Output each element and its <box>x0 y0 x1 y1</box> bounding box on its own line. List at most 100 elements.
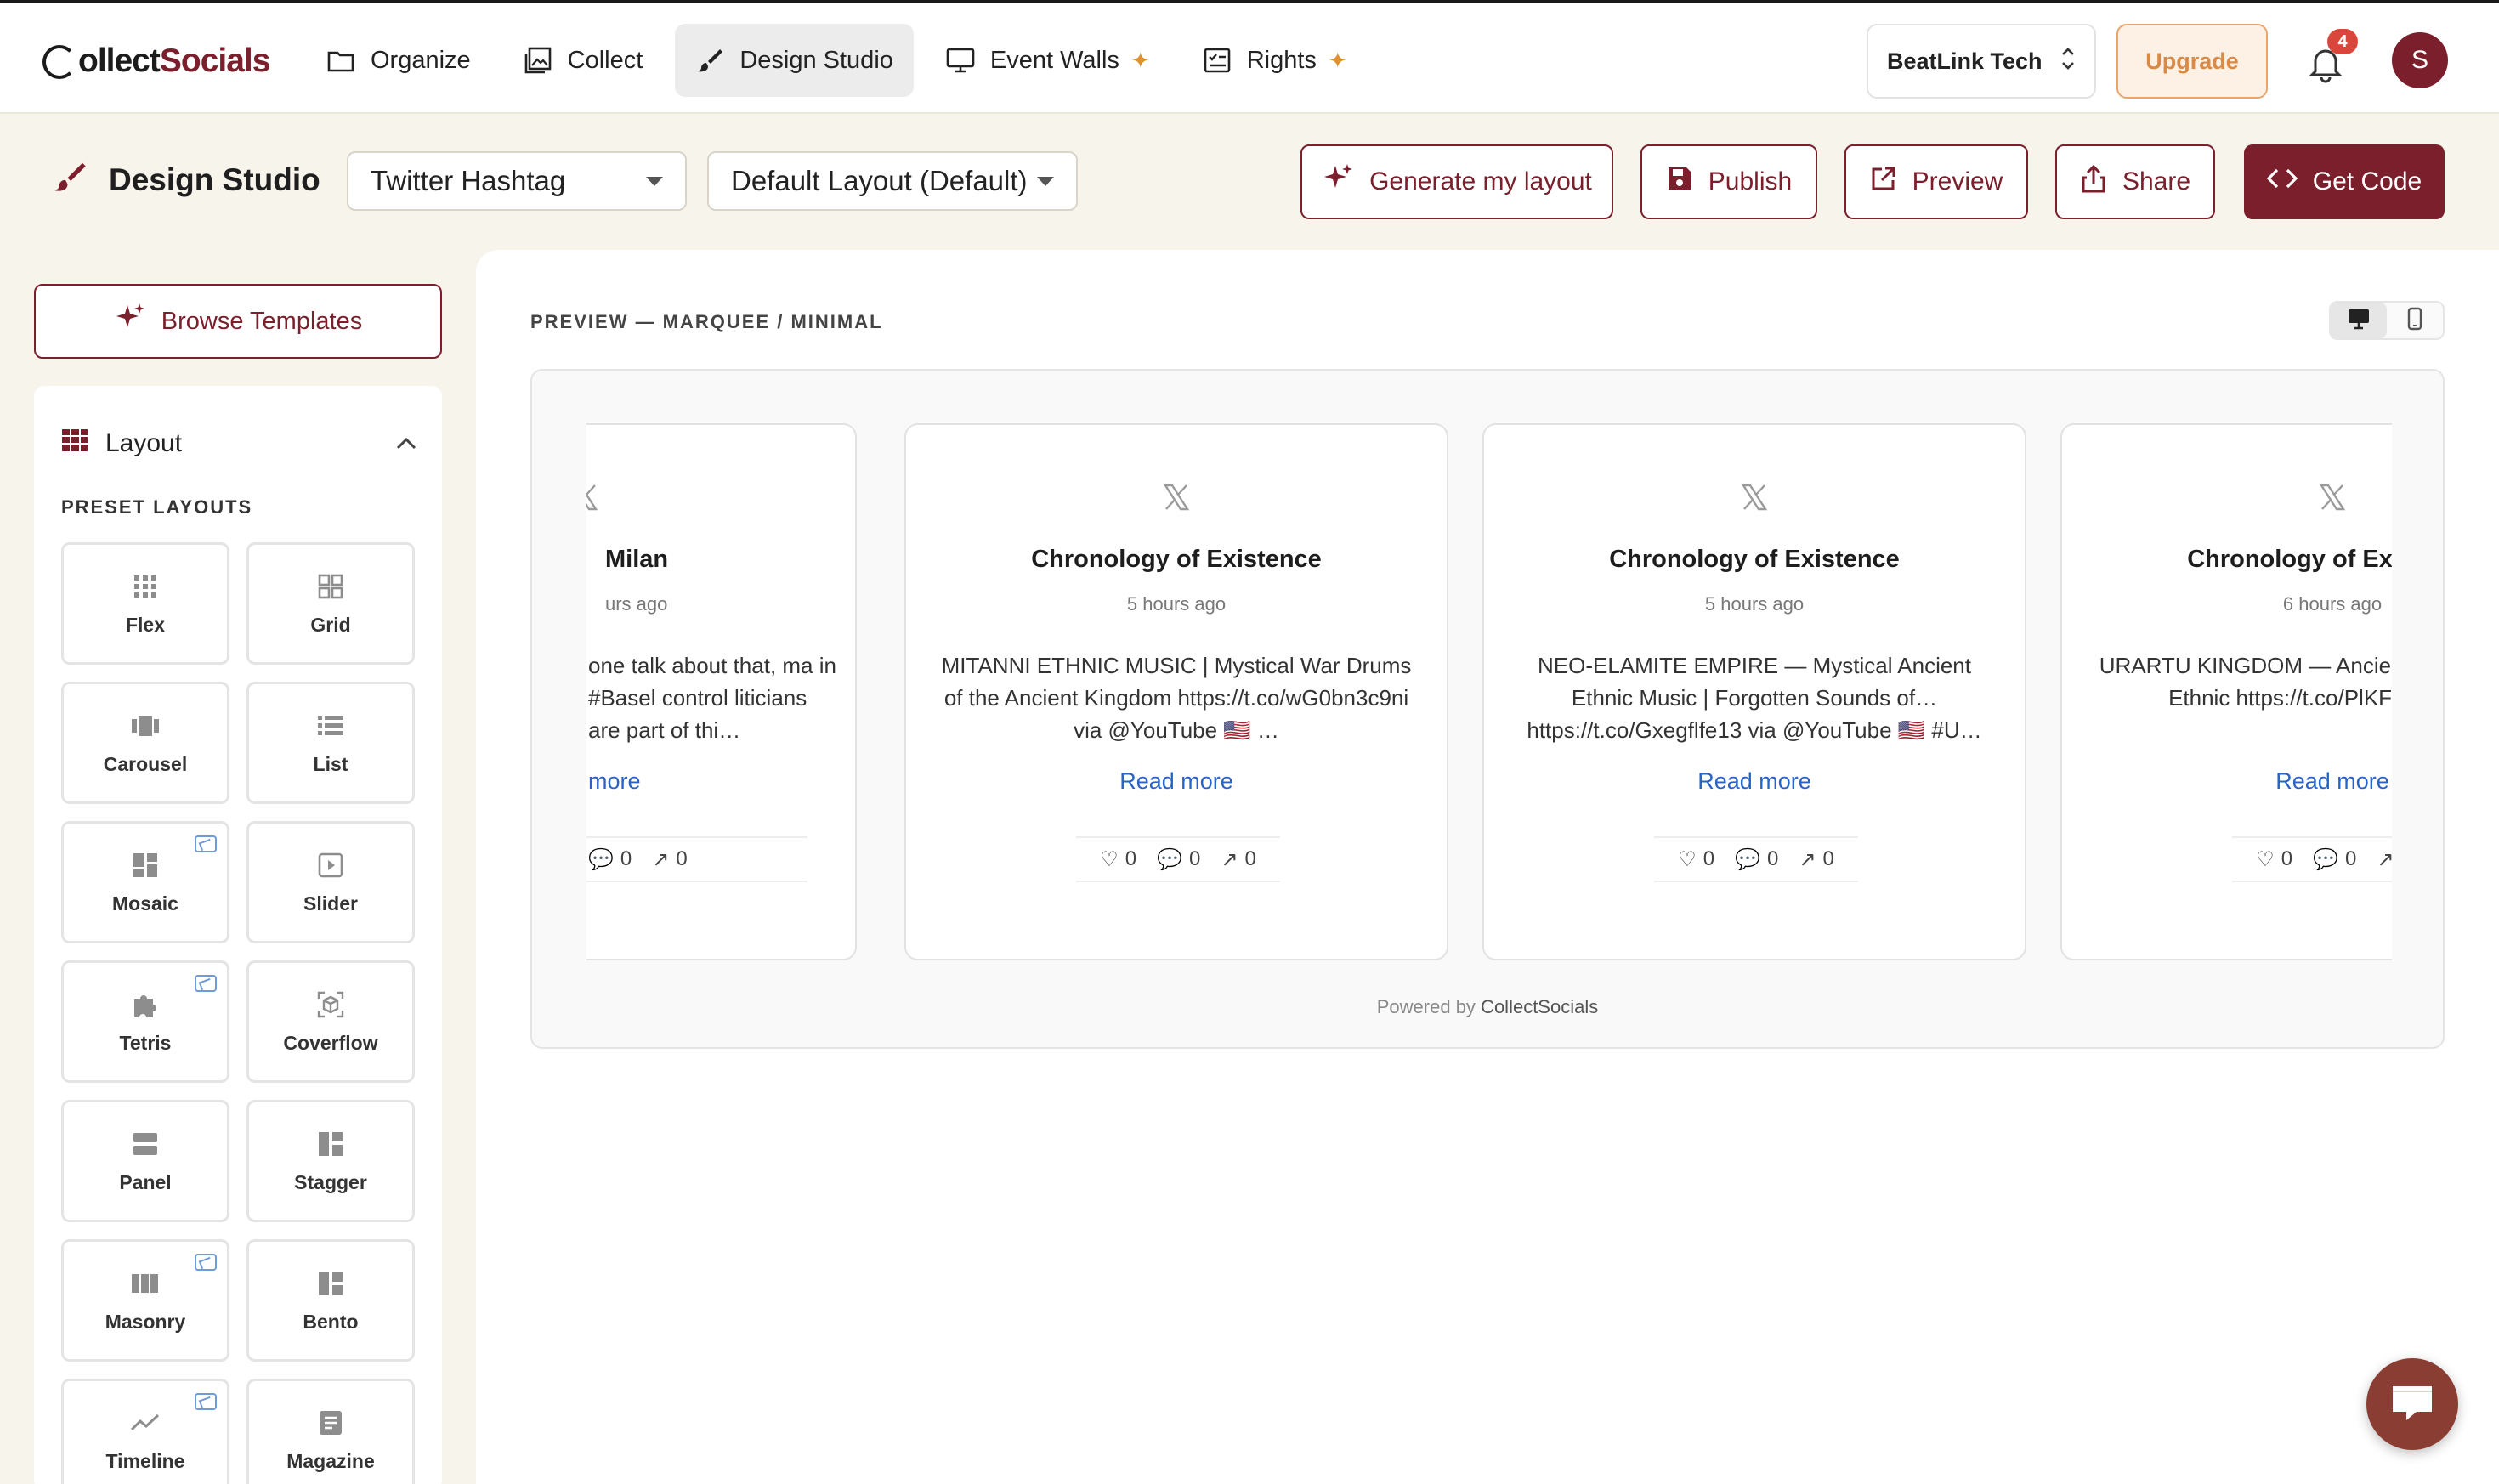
likes-count: 0 <box>2281 847 2293 870</box>
magazine-icon <box>315 1408 346 1438</box>
post-time: 5 hours ago <box>1704 593 1805 615</box>
post-card[interactable]: Milan urs ago one talk about that, ma in… <box>586 423 857 960</box>
read-more-link[interactable]: Read more <box>2079 768 2392 795</box>
preset-timeline[interactable]: Timeline <box>61 1379 230 1484</box>
publish-label: Publish <box>1708 167 1793 195</box>
layout-panel: Layout PRESET LAYOUTS Flex Grid Carousel… <box>34 386 442 1484</box>
read-more-link[interactable]: Read more <box>1501 768 2008 795</box>
shares-count: 0 <box>1244 847 1256 870</box>
nav-item-rights[interactable]: Rights ✦ <box>1182 24 1368 97</box>
get-code-button[interactable]: Get Code <box>2244 144 2445 219</box>
desktop-view-button[interactable] <box>2331 303 2387 338</box>
shares-stat: ↗0 <box>2377 847 2392 872</box>
flex-grid-icon <box>130 571 161 602</box>
preset-coverflow[interactable]: Coverflow <box>246 960 415 1083</box>
preset-grid[interactable]: Grid <box>246 542 415 665</box>
comments-count: 0 <box>2344 847 2357 870</box>
source-select[interactable]: Twitter Hashtag <box>347 151 687 211</box>
masonry-icon <box>130 1268 161 1299</box>
publish-button[interactable]: Publish <box>1640 144 1817 219</box>
nav-label: Event Walls <box>989 46 1119 74</box>
powered-by-prefix: Powered by <box>1376 996 1476 1017</box>
generate-layout-button[interactable]: Generate my layout <box>1300 144 1613 219</box>
preset-label: Slider <box>303 892 358 915</box>
preset-panel[interactable]: Panel <box>61 1100 230 1222</box>
post-time-text: urs ago <box>605 593 668 615</box>
share-button[interactable]: Share <box>2055 144 2215 219</box>
post-stats: ♡0 💬0 ↗0 <box>1654 836 1858 882</box>
preset-masonry[interactable]: Masonry <box>61 1239 230 1362</box>
chevron-up-down-icon <box>2060 45 2076 78</box>
chat-support-button[interactable] <box>2366 1358 2458 1450</box>
nav-label: Organize <box>371 46 471 74</box>
post-stats: 💬 0 ↗ 0 <box>586 836 808 882</box>
brand-logo[interactable]: ollect Socials <box>42 37 271 85</box>
chevron-up-icon[interactable] <box>394 430 418 459</box>
post-card[interactable]: Chronology of Existence 5 hours ago NEO-… <box>1482 423 2026 960</box>
read-more-link[interactable]: Read more <box>923 768 1430 795</box>
preset-carousel[interactable]: Carousel <box>61 682 230 804</box>
mobile-view-button[interactable] <box>2387 303 2443 338</box>
shares-count: 0 <box>1822 847 1834 870</box>
nav-item-collect[interactable]: Collect <box>503 24 664 97</box>
likes-stat: ♡ 0 <box>1100 847 1136 872</box>
brush-icon <box>53 160 87 201</box>
pro-image-icon <box>195 1393 217 1410</box>
preset-flex[interactable]: Flex <box>61 542 230 665</box>
preset-stagger[interactable]: Stagger <box>246 1100 415 1222</box>
device-toggle <box>2329 301 2445 340</box>
preset-magazine[interactable]: Magazine <box>246 1379 415 1484</box>
nav-label: Rights <box>1246 46 1317 74</box>
post-card[interactable]: Chronology of Existence 5 hours ago MITA… <box>904 423 1448 960</box>
desktop-icon <box>2347 308 2371 334</box>
post-author: Chronology of Existence <box>2187 546 2392 573</box>
share-arrow-icon: ↗ <box>1799 847 1816 871</box>
preview-label: PREVIEW — MARQUEE / MINIMAL <box>530 311 883 332</box>
preset-mosaic[interactable]: Mosaic <box>61 821 230 943</box>
preview-button[interactable]: Preview <box>1844 144 2028 219</box>
post-body: MITANNI ETHNIC MUSIC | Mystical War Drum… <box>941 653 1412 743</box>
post-author-text: Milan <box>605 546 669 573</box>
post-card[interactable]: Chronology of Existence 6 hours ago URAR… <box>2060 423 2392 960</box>
layout-section-title: Layout <box>105 429 183 457</box>
nav-item-event-walls[interactable]: Event Walls ✦ <box>926 24 1170 97</box>
powered-by-brand[interactable]: CollectSocials <box>1481 996 1598 1017</box>
pro-image-icon <box>195 835 217 852</box>
external-link-icon <box>1870 165 1897 199</box>
x-logo-icon <box>1484 483 2025 512</box>
generate-layout-label: Generate my layout <box>1369 167 1592 195</box>
layout-section-header[interactable]: Layout <box>61 425 418 462</box>
folder-icon <box>326 46 355 75</box>
post-time: 5 hours ago <box>1126 593 1227 615</box>
save-icon <box>1666 165 1693 199</box>
notification-badge: 4 <box>2327 29 2358 54</box>
preset-label: Panel <box>119 1170 172 1193</box>
brand-name-suffix: Socials <box>159 42 271 79</box>
likes-stat: ♡ 0 <box>1678 847 1714 872</box>
grid-icon <box>315 571 346 602</box>
preset-label: Coverflow <box>283 1031 378 1054</box>
page-title-text: Design Studio <box>109 162 320 197</box>
x-logo-icon <box>906 483 1447 512</box>
share-arrow-icon: ↗ <box>652 847 670 871</box>
upgrade-button[interactable]: Upgrade <box>2116 24 2268 99</box>
post-author: Chronology of Existence <box>1609 546 1900 573</box>
image-icon <box>524 46 552 75</box>
user-avatar[interactable]: S <box>2392 32 2448 88</box>
nav-item-organize[interactable]: Organize <box>306 24 491 97</box>
preset-bento[interactable]: Bento <box>246 1239 415 1362</box>
share-arrow-icon: ↗ <box>1221 847 1238 871</box>
post-stats: ♡0 💬0 ↗0 <box>2232 836 2392 882</box>
preset-list[interactable]: List <box>246 682 415 804</box>
sparkles-icon <box>1322 162 1354 201</box>
preset-tetris[interactable]: Tetris <box>61 960 230 1083</box>
layout-select[interactable]: Default Layout (Default) <box>707 151 1078 211</box>
preset-label: Grid <box>310 613 351 636</box>
post-time: 6 hours ago <box>2282 593 2383 615</box>
nav-item-design-studio[interactable]: Design Studio <box>675 24 914 97</box>
browse-templates-button[interactable]: Browse Templates <box>34 284 442 359</box>
x-logo-icon <box>586 483 855 512</box>
preset-slider[interactable]: Slider <box>246 821 415 943</box>
shares-stat: ↗0 <box>1799 847 1833 872</box>
organization-select[interactable]: BeatLink Tech <box>1867 24 2096 99</box>
